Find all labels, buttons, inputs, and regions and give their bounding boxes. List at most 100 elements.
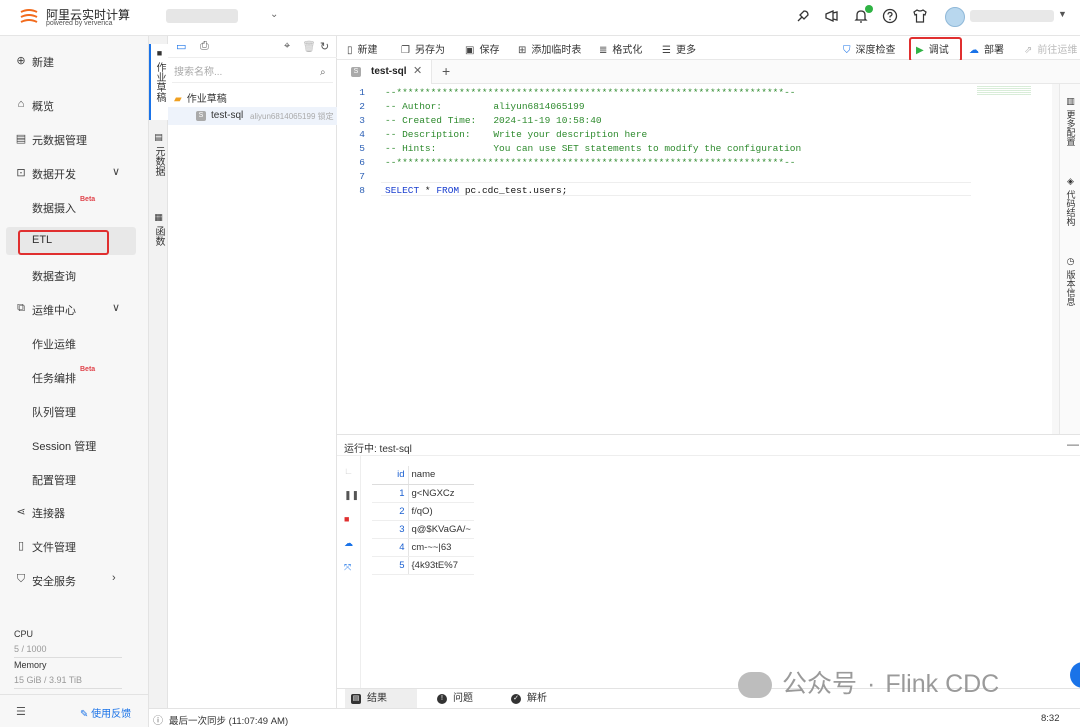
sidebar-item-data-ingest[interactable]: 数据摄入 Beta [0,192,149,222]
tab-problems[interactable]: ! 问题 [431,689,501,709]
line-number: 1 [359,87,365,98]
sidebar-item-task-orchestration[interactable]: 任务编排 Beta [0,362,149,392]
code-structure-tab[interactable]: ◈ 代码结构 [1060,176,1080,228]
sidebar-item-ops-center[interactable]: ⧉ 运维中心 ∨ [0,294,149,324]
caret-down-icon[interactable]: ▼ [1058,9,1067,19]
sidebar-item-metadata[interactable]: ▤ 元数据管理 [0,124,149,154]
code-line: 6 --*************************************… [337,156,1059,170]
cell-id: 4 [372,538,409,557]
sidebar-item-config-mgmt[interactable]: 配置管理 [0,464,149,494]
sql-token: SELECT [385,185,420,196]
sidebar-item-queue-mgmt[interactable]: 队列管理 [0,396,149,426]
more-config-tab[interactable]: ▥ 更多配置 [1060,96,1080,148]
collapse-menu-icon[interactable]: ☰ [16,705,26,718]
cloud-icon[interactable]: ☁ [344,538,353,549]
new-draft-button[interactable]: ▯ 新建 [347,41,378,56]
tab-parse[interactable]: ✓ 解析 [505,689,575,709]
format-button[interactable]: ≣ 格式化 [599,41,642,56]
notification-badge [865,5,873,13]
chevron-right-icon: › [112,572,116,584]
sidebar-item-file-mgmt[interactable]: ▯ 文件管理 [0,531,149,561]
add-temp-table-button[interactable]: ⊞ 添加临时表 [518,41,581,56]
help-icon[interactable] [881,8,899,26]
rail-label: 代码结构 [1065,190,1076,226]
sidebar-item-session-mgmt[interactable]: Session 管理 [0,430,149,460]
folder-icon[interactable]: ▭ [176,40,186,53]
shirt-icon[interactable] [911,8,929,26]
connector-icon: ⋖ [16,506,26,518]
home-icon: ⌂ [17,98,25,110]
delete-icon[interactable]: 🗑 [302,40,316,53]
sidebar-item-label: 文件管理 [32,542,76,554]
cloud-upload-icon: ☁ [969,45,979,56]
layers-icon: ◈ [1067,176,1074,186]
sidebar: ⊕ 新建 ⌂ 概览 ▤ 元数据管理 ⊡ 数据开发 ∨ 数据摄入 Beta ETL… [0,36,149,727]
tab-functions[interactable]: ▦ 函数 [149,212,168,262]
sidebar-item-security[interactable]: ⛉ 安全服务 › [0,565,149,595]
editor-scrollbar[interactable] [1052,84,1059,434]
avatar[interactable] [945,7,965,27]
deploy-button[interactable]: ☁ 部署 [969,41,1004,56]
pause-icon[interactable]: ❚❚ [344,490,359,501]
logo-icon [20,9,38,23]
cpu-value: 5 / 1000 [14,644,47,654]
scroll-icon[interactable]: ∟ [344,466,353,476]
sidebar-item-label: 数据查询 [32,271,76,283]
rocket-icon[interactable] [794,8,812,26]
sidebar-item-label: Session 管理 [32,441,97,453]
tab-label: test-sql [371,66,407,77]
tab-metadata[interactable]: ▤ 元数据 [149,132,168,192]
goto-ops-button[interactable]: ⇗ 前往运维 [1024,41,1077,56]
megaphone-icon[interactable] [823,8,841,26]
feedback-link[interactable]: ✎ 使用反馈 [80,705,131,720]
close-icon[interactable]: ✕ [413,64,422,77]
tab-test-sql[interactable]: S test-sql ✕ [337,60,432,84]
vertical-tab-bar: ■ 作业草稿 ▤ 元数据 ▦ 函数 [149,36,168,727]
code-text: -- Hints: You can use SET statements to … [385,143,802,154]
locate-icon[interactable]: ⌖ [284,40,290,53]
chevron-down-icon[interactable]: ⌄ [270,9,278,20]
folder-label: 作业草稿 [186,94,227,105]
rail-label: 版本信息 [1065,270,1076,306]
stop-icon[interactable]: ■ [344,514,349,524]
column-header-id[interactable]: id [372,466,409,485]
watermark-separator: · [867,670,876,698]
deep-check-button[interactable]: ⛉ 深度检查 [843,41,896,56]
version-info-tab[interactable]: ◷ 版本信息 [1060,256,1080,308]
code-editor[interactable]: 1 --*************************************… [337,84,1059,434]
file-item[interactable]: S test-sql aliyun6814065199 锁定 [168,107,337,125]
code-line: 5 -- Hints: You can use SET statements to… [337,142,1059,156]
tab-results[interactable]: ▤ 结果 [345,689,417,709]
more-button[interactable]: ☰ 更多 [662,41,696,56]
tab-drafts[interactable]: ■ 作业草稿 [149,44,168,120]
add-tab-icon[interactable]: + [442,63,450,79]
search-input[interactable] [172,63,333,83]
new-folder-icon[interactable]: ⎙ [200,40,209,53]
sidebar-item-connectors[interactable]: ⋖ 连接器 [0,497,149,527]
save-as-button[interactable]: ❐ 另存为 [401,41,445,56]
sidebar-item-job-ops[interactable]: 作业运维 [0,328,149,358]
save-button[interactable]: ▣ 保存 [465,41,499,56]
search-icon[interactable]: ⌕ [320,67,326,78]
user-name[interactable] [970,10,1054,22]
sidebar-item-overview[interactable]: ⌂ 概览 [0,90,149,120]
sql-file-icon: S [351,67,361,77]
minimize-icon[interactable]: — [1067,437,1079,451]
folder-icon: ▰ [174,94,182,105]
code-text: -- Description: Write your description h… [385,129,648,140]
sidebar-item-data-query[interactable]: 数据查询 [0,260,149,290]
workspace-selector[interactable] [166,9,238,23]
fullscreen-icon[interactable]: ⤧ [344,562,351,573]
folder-item[interactable]: ▰ 作业草稿 [174,90,227,105]
sidebar-item-data-dev[interactable]: ⊡ 数据开发 ∨ [0,158,149,188]
watermark-text: Flink CDC [885,670,1000,698]
assistant-button[interactable] [1070,662,1080,688]
save-icon: ▣ [465,45,475,56]
new-button[interactable]: ⊕ 新建 [0,46,149,76]
code-text: --**************************************… [385,87,796,98]
memory-value: 15 GiB / 3.91 TiB [14,675,83,685]
tab-label: 问题 [453,693,473,704]
column-header-name[interactable]: name [408,466,474,485]
ops-icon: ⧉ [17,302,25,314]
refresh-icon[interactable]: ↻ [320,40,329,53]
